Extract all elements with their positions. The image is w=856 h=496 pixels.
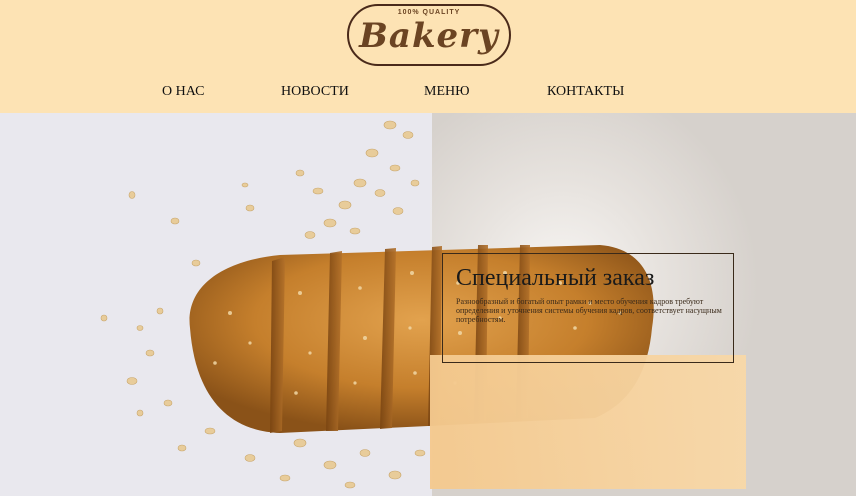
site-header: 100% QUALITY Bakery О НАС НОВОСТИ МЕНЮ К…: [0, 0, 856, 113]
special-order-card: [430, 355, 746, 489]
nav-item-news[interactable]: НОВОСТИ: [281, 84, 349, 100]
bakery-logo[interactable]: 100% QUALITY Bakery: [347, 4, 511, 66]
special-order-text: Разнообразный и богатый опыт рамки и мес…: [456, 297, 722, 324]
nav-item-about[interactable]: О НАС: [162, 84, 204, 100]
logo-name: Bakery: [359, 16, 499, 56]
special-order-title: Специальный заказ: [456, 265, 655, 291]
logo-quality-text: 100% QUALITY: [397, 9, 461, 16]
nav-item-menu[interactable]: МЕНЮ: [424, 84, 470, 100]
nav-item-contacts[interactable]: КОНТАКТЫ: [547, 84, 624, 100]
